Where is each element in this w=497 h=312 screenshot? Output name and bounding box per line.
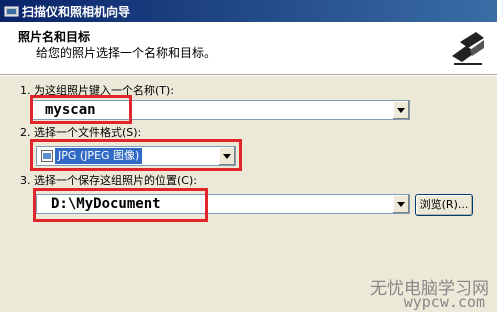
page-subtitle: 给您的照片选择一个名称和目标。 [36, 46, 217, 60]
format-highlight-box [30, 139, 242, 171]
watermark-url: wypcw.com [403, 293, 485, 311]
name-highlight-box [30, 95, 132, 124]
location-dropdown-button[interactable] [392, 195, 409, 213]
name-dropdown-button[interactable] [392, 101, 409, 119]
page-title: 照片名和目标 [18, 30, 91, 44]
location-highlight-box [33, 188, 208, 222]
wizard-header: 照片名和目标 给您的照片选择一个名称和目标。 [0, 22, 497, 74]
browse-button[interactable]: 浏览(R)... [415, 194, 473, 216]
title-bar: 扫描仪和照相机向导 [0, 0, 497, 22]
window-title: 扫描仪和照相机向导 [22, 5, 131, 19]
format-label: 2. 选择一个文件格式(S): [20, 126, 142, 139]
chevron-down-icon [397, 107, 405, 113]
chevron-down-icon [397, 201, 405, 207]
camera-scanner-logo-icon [446, 26, 490, 70]
location-label: 3. 选择一个保存这组照片的位置(C): [20, 174, 197, 187]
wizard-icon [4, 6, 19, 17]
